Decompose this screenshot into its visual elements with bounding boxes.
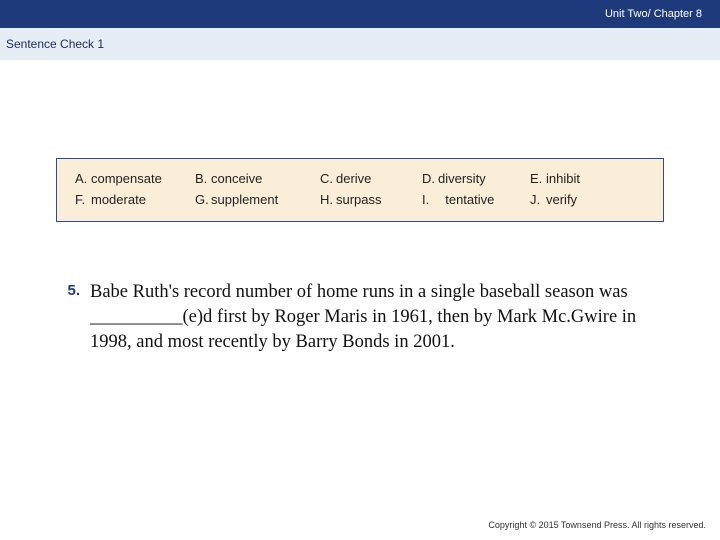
word-bank: A.compensate B.conceive C.derive D.diver… [56, 158, 664, 222]
word-option-g: G.supplement [195, 192, 320, 207]
word-option-f: F.moderate [75, 192, 195, 207]
word-option-d: D.diversity [422, 171, 530, 186]
word-option-c: C.derive [320, 171, 422, 186]
option-letter: B. [195, 171, 211, 186]
option-word: compensate [91, 171, 162, 186]
option-letter: D. [422, 171, 438, 186]
option-word: derive [336, 171, 371, 186]
option-word: tentative [445, 192, 494, 207]
question-text: Babe Ruth's record number of home runs i… [90, 280, 664, 355]
option-word: supplement [211, 192, 278, 207]
option-letter: C. [320, 171, 336, 186]
word-option-e: E.inhibit [530, 171, 615, 186]
option-word: inhibit [546, 171, 580, 186]
word-option-a: A.compensate [75, 171, 195, 186]
option-word: moderate [91, 192, 146, 207]
word-option-b: B.conceive [195, 171, 320, 186]
option-letter: E. [530, 171, 546, 186]
word-option-j: J.verify [530, 192, 615, 207]
subheader-bar: Sentence Check 1 [0, 28, 720, 60]
option-letter: G. [195, 192, 211, 207]
option-letter: F. [75, 192, 91, 207]
option-word: conceive [211, 171, 262, 186]
option-word: surpass [336, 192, 382, 207]
copyright-footer: Copyright © 2015 Townsend Press. All rig… [488, 520, 706, 530]
option-word: verify [546, 192, 577, 207]
word-bank-grid: A.compensate B.conceive C.derive D.diver… [75, 171, 645, 207]
option-letter: J. [530, 192, 546, 207]
header-bar: Unit Two/ Chapter 8 [0, 0, 720, 28]
section-title: Sentence Check 1 [6, 37, 104, 51]
option-letter: I. [422, 192, 438, 207]
question-number: 5. [56, 280, 90, 355]
word-option-i: I. tentative [422, 192, 530, 207]
question: 5. Babe Ruth's record number of home run… [56, 280, 664, 355]
option-letter: A. [75, 171, 91, 186]
option-word: diversity [438, 171, 486, 186]
breadcrumb: Unit Two/ Chapter 8 [605, 8, 702, 20]
word-option-h: H.surpass [320, 192, 422, 207]
option-letter: H. [320, 192, 336, 207]
